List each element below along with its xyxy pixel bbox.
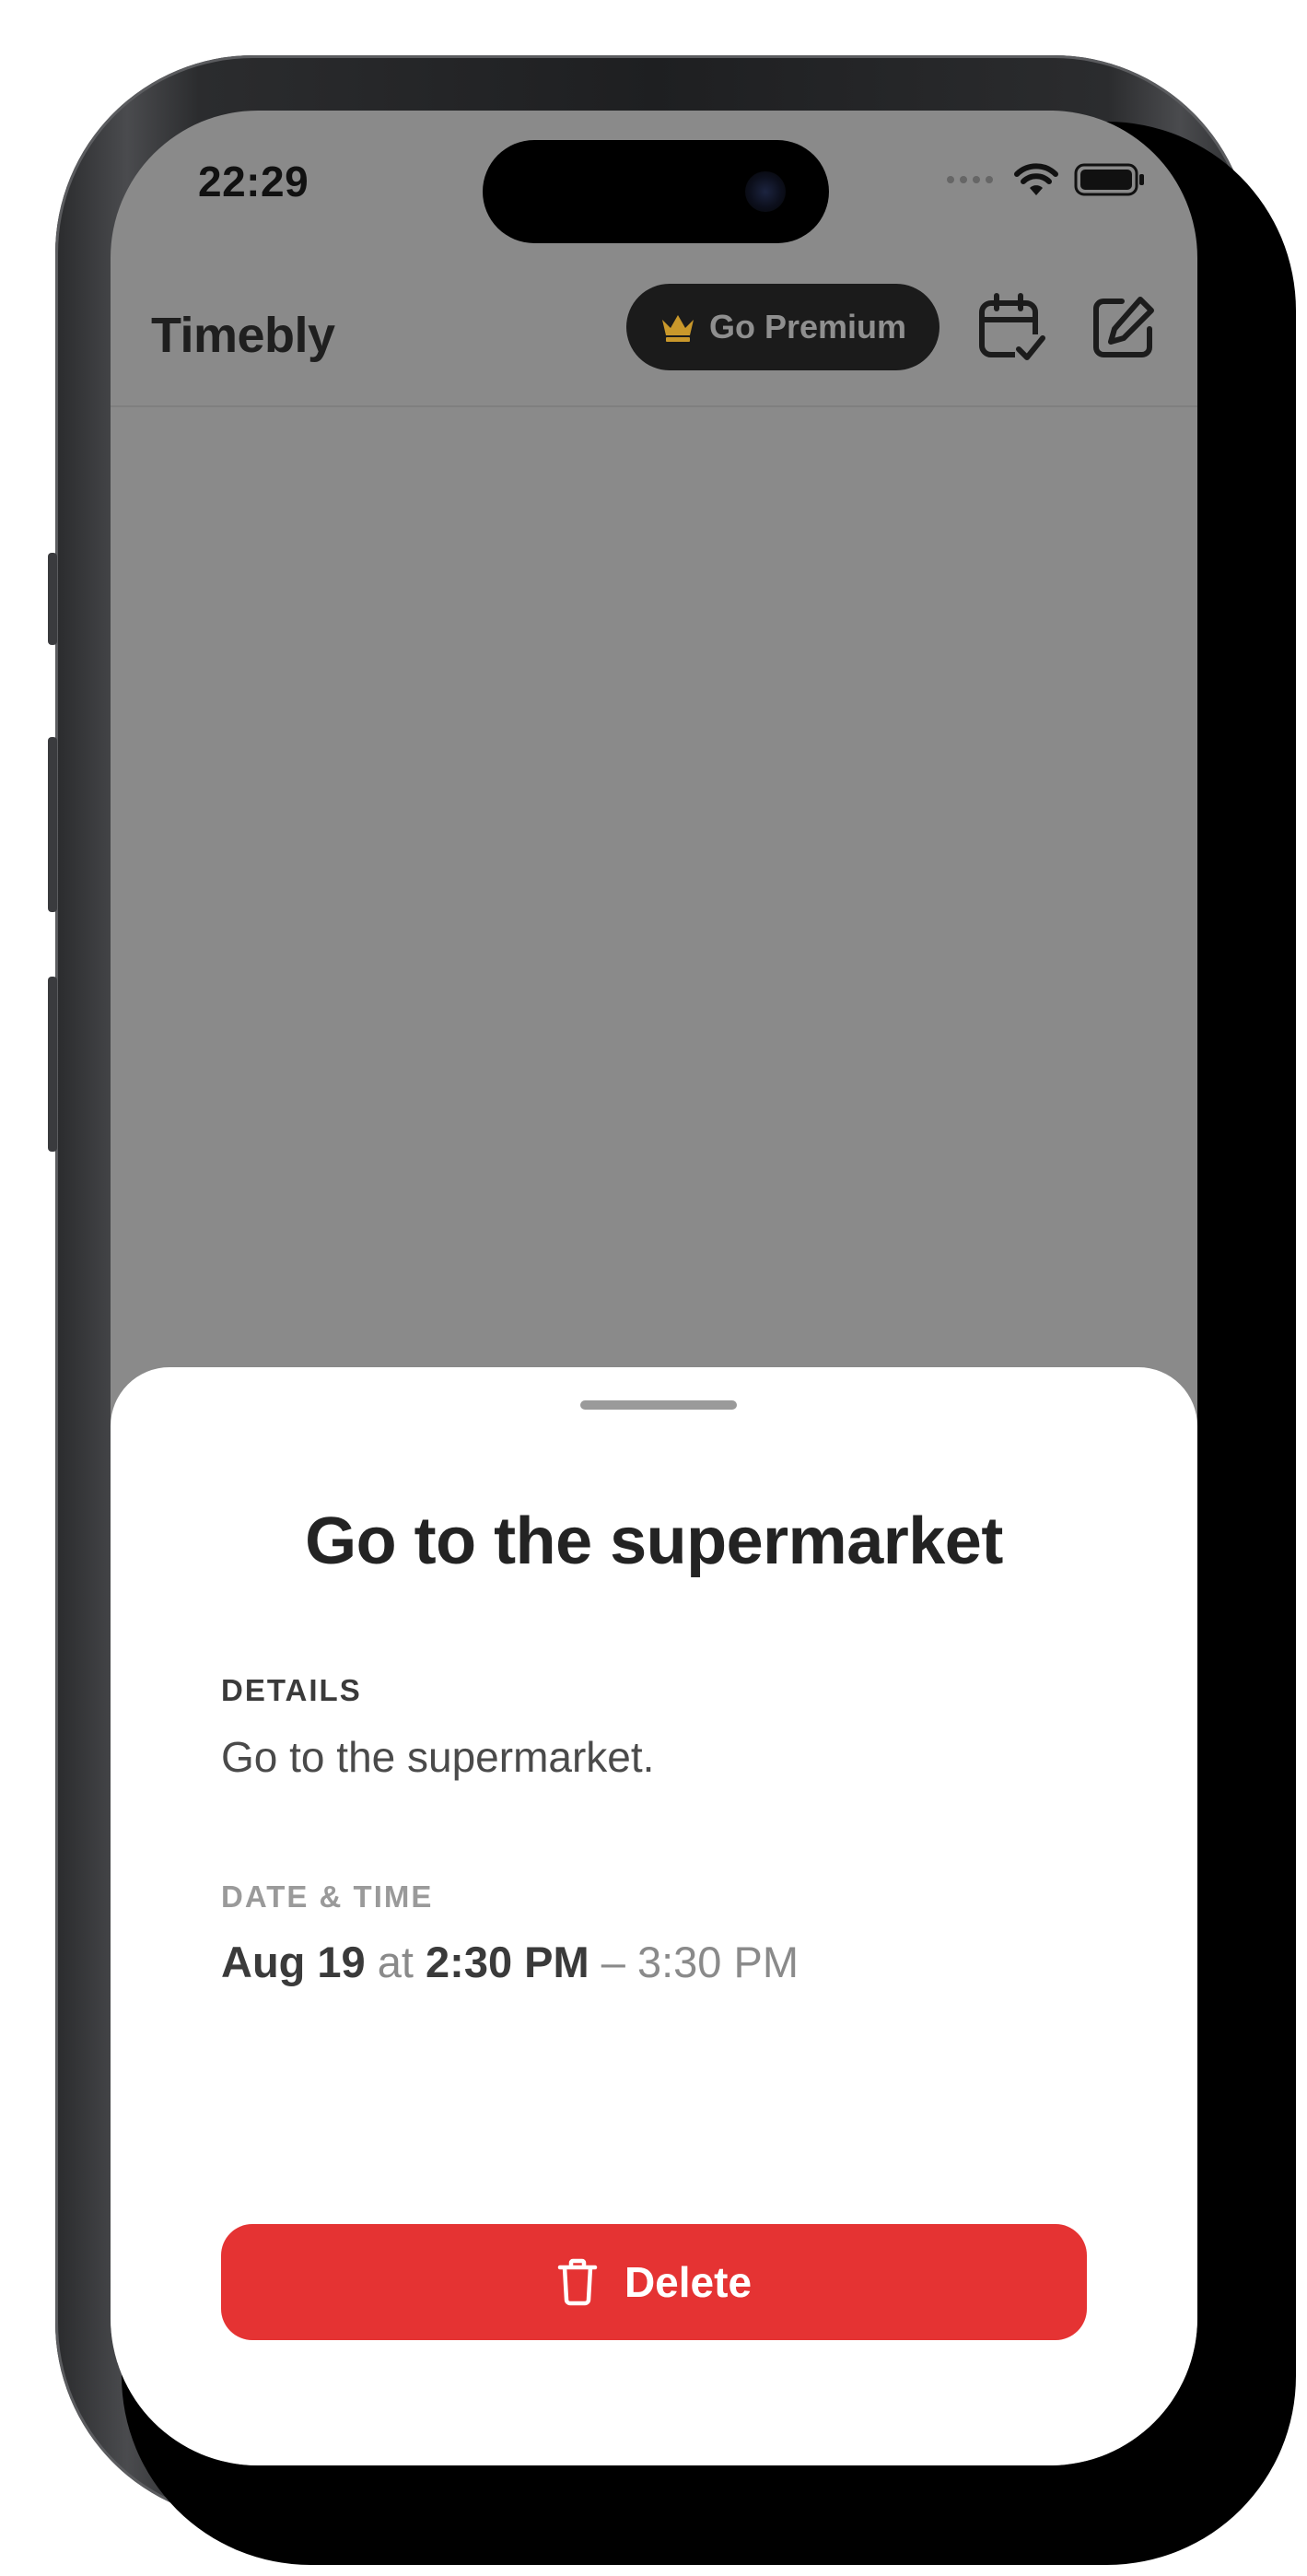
signal-icon xyxy=(947,176,993,183)
screen: 22:29 Timebly Go Premium Go to the super… xyxy=(111,111,1197,2465)
sheet-grabber[interactable] xyxy=(580,1400,737,1410)
go-premium-button[interactable]: Go Premium xyxy=(626,284,939,370)
volume-up-button xyxy=(48,737,57,912)
status-icons xyxy=(947,162,1148,197)
compose-icon[interactable] xyxy=(1087,290,1161,364)
start-time: 2:30 PM xyxy=(426,1938,589,1986)
nav-divider xyxy=(111,405,1197,407)
wifi-icon xyxy=(1014,163,1058,195)
details-text: Go to the supermarket. xyxy=(221,1733,655,1781)
trash-icon xyxy=(557,2258,598,2306)
at-text: at xyxy=(377,1938,414,1986)
action-button xyxy=(48,553,57,645)
nav-bar: Timebly Go Premium xyxy=(111,272,1197,401)
date-time-label: DATE & TIME xyxy=(221,1879,434,1914)
go-premium-label: Go Premium xyxy=(708,308,907,345)
time-dash: – xyxy=(601,1938,625,1986)
details-label: DETAILS xyxy=(221,1673,362,1707)
delete-button[interactable]: Delete xyxy=(221,2224,1087,2340)
crown-icon xyxy=(661,315,694,342)
status-time: 22:29 xyxy=(198,158,309,205)
app-title: Timebly xyxy=(151,308,335,363)
battery-icon xyxy=(1074,163,1144,196)
delete-label: Delete xyxy=(624,2258,753,2306)
task-detail-sheet: Go to the supermarket DETAILS Go to the … xyxy=(111,1367,1197,2465)
end-time: 3:30 PM xyxy=(636,1938,799,1986)
camera-icon xyxy=(745,171,786,212)
dynamic-island xyxy=(483,140,829,243)
calendar-check-icon[interactable] xyxy=(974,290,1048,364)
volume-down-button xyxy=(48,977,57,1152)
task-date: Aug 19 xyxy=(221,1938,366,1986)
task-title: Go to the supermarket xyxy=(305,1505,1003,1578)
date-time-value: Aug 19 at 2:30 PM – 3:30 PM xyxy=(221,1937,799,1987)
